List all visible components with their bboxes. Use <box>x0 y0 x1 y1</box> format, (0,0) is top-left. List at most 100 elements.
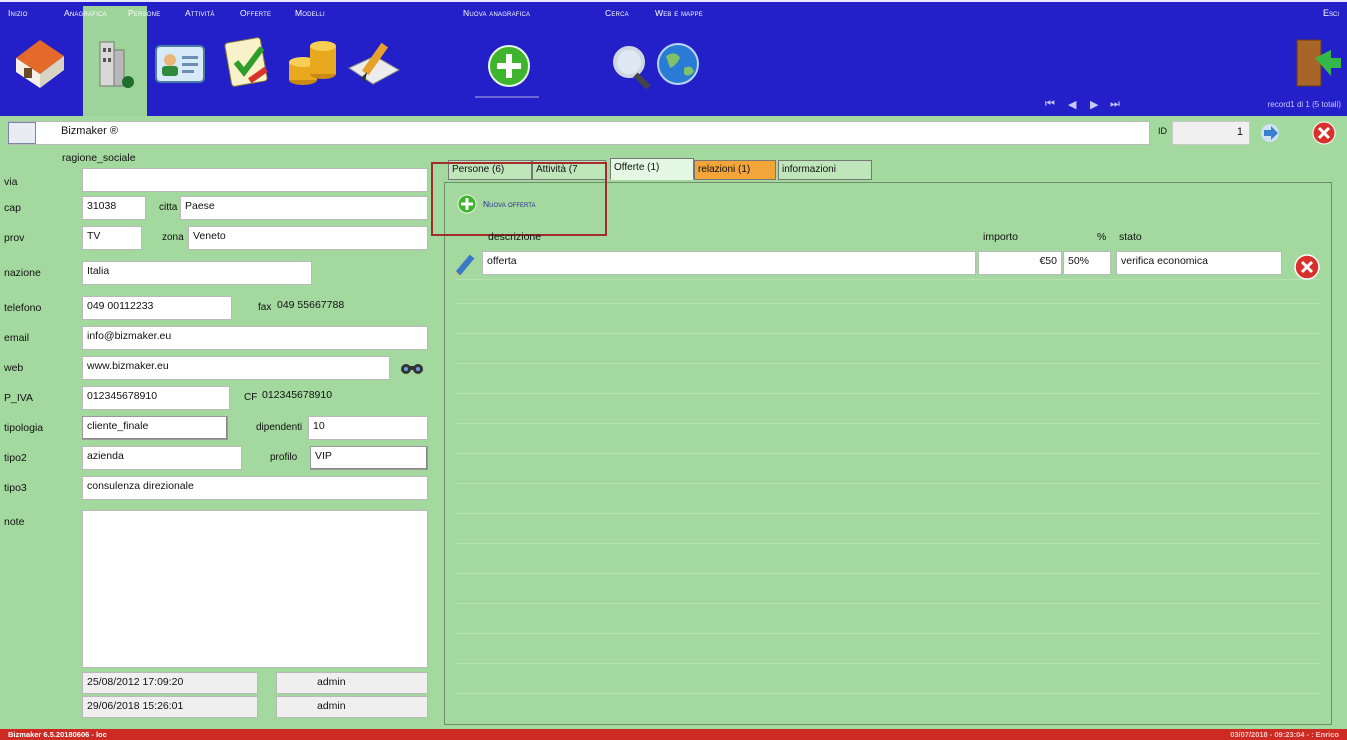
contact-card-icon <box>155 45 205 83</box>
toolbar-underline <box>475 96 539 98</box>
toolbar-label-attivita: Attività <box>185 8 215 18</box>
delete-record-icon[interactable] <box>1312 121 1336 145</box>
via-label: via <box>4 176 18 188</box>
created-date: 25/08/2012 17:09:20 <box>82 672 258 694</box>
note-label: note <box>4 516 25 528</box>
tipo2-field[interactable]: azienda <box>82 446 242 470</box>
web-field[interactable]: www.bizmaker.eu <box>82 356 390 380</box>
binoculars-icon[interactable] <box>398 360 426 376</box>
fax-field[interactable]: 049 55667788 <box>273 296 428 320</box>
offerte-button[interactable] <box>283 28 341 92</box>
nazione-field[interactable]: Italia <box>82 261 312 285</box>
grid-line <box>455 423 1321 424</box>
checklist-icon <box>224 37 268 87</box>
grid-line <box>455 663 1321 664</box>
anagrafica-button[interactable] <box>88 28 146 92</box>
home-icon <box>16 40 64 88</box>
toolbar-label-offerte: Offerte <box>240 8 272 18</box>
toolbar-label-web-e-mappe: Web e mappe <box>655 8 703 18</box>
grid-line <box>455 279 1321 280</box>
building-icon <box>99 41 134 88</box>
arrow-go-icon[interactable] <box>1258 122 1282 144</box>
tipologia-select[interactable]: cliente_finale <box>82 416 228 440</box>
telefono-label: telefono <box>4 302 42 314</box>
col-importo: importo <box>983 231 1019 243</box>
modified-user: admin <box>276 696 428 718</box>
record-counter: record1 di 1 (5 totali) <box>1267 100 1341 109</box>
toolbar-label-anagrafica: Anagrafica <box>64 8 107 18</box>
offerta-stato-cell[interactable]: verifica economica <box>1116 251 1282 275</box>
modelli-button[interactable] <box>345 28 403 92</box>
dipendenti-label: dipendenti <box>256 422 303 433</box>
zona-label: zona <box>162 232 184 243</box>
tipologia-label: tipologia <box>4 422 44 434</box>
delete-offerta-icon[interactable] <box>1293 253 1321 281</box>
col-stato: stato <box>1119 231 1142 243</box>
cap-label: cap <box>4 202 21 214</box>
email-field[interactable]: info@bizmaker.eu <box>82 326 428 350</box>
add-circle-icon <box>488 45 530 87</box>
next-record-icon[interactable]: ▶ <box>1090 98 1098 111</box>
col-descrizione: descrizione <box>488 231 542 243</box>
zona-field[interactable]: Veneto <box>188 226 428 250</box>
via-field[interactable] <box>82 168 428 192</box>
globe-icon <box>657 43 699 85</box>
toolbar-label-inizio: Inizio <box>8 8 28 18</box>
status-bar: Bizmaker 6.5.20180606 - loc 03/07/2018 -… <box>0 729 1347 740</box>
grid-line <box>455 363 1321 364</box>
grid-line <box>455 333 1321 334</box>
home-button[interactable] <box>10 28 68 92</box>
offerta-importo-cell[interactable]: €50 <box>978 251 1062 275</box>
previous-record-icon[interactable]: ◀ <box>1068 98 1076 111</box>
piva-label: P_IVA <box>4 392 33 404</box>
cap-field[interactable]: 31038 <box>82 196 146 220</box>
tab-relazioni[interactable]: relazioni (1) <box>694 160 776 180</box>
persone-button[interactable] <box>150 28 208 92</box>
tipo3-label: tipo3 <box>4 482 27 494</box>
tab-informazioni[interactable]: informazioni <box>778 160 872 180</box>
prov-label: prov <box>4 232 25 244</box>
grid-line <box>455 483 1321 484</box>
grid-line <box>455 393 1321 394</box>
modified-date: 29/06/2018 15:26:01 <box>82 696 258 718</box>
nuova-anagrafica-button[interactable] <box>483 28 541 92</box>
offerta-percent-cell[interactable]: 50% <box>1063 251 1111 275</box>
grid-line <box>455 303 1321 304</box>
tab-offerte[interactable]: Offerte (1) <box>610 158 694 180</box>
web-mappe-button[interactable] <box>650 28 708 92</box>
grid-line <box>455 693 1321 694</box>
ragione-sociale-label: ragione_sociale <box>62 152 136 164</box>
email-label: email <box>4 332 30 344</box>
highlight-box <box>431 162 607 236</box>
grid-line <box>455 513 1321 514</box>
exit-button[interactable] <box>1285 28 1343 92</box>
telefono-field[interactable]: 049 00112233 <box>82 296 232 320</box>
grid-line <box>455 453 1321 454</box>
tipo2-label: tipo2 <box>4 452 27 464</box>
prov-field[interactable]: TV <box>82 226 142 250</box>
toolbar-label-persone: Persone <box>128 8 161 18</box>
dipendenti-field[interactable]: 10 <box>308 416 428 440</box>
attivita-button[interactable] <box>218 28 276 92</box>
citta-field[interactable]: Paese <box>180 196 428 220</box>
last-record-icon[interactable]: ⏭ <box>1110 98 1120 111</box>
col-percent: % <box>1097 231 1107 243</box>
first-record-icon[interactable]: ⏮ <box>1045 98 1055 111</box>
id-field: 1 <box>1172 121 1250 145</box>
grid-line <box>455 573 1321 574</box>
note-textarea[interactable] <box>82 510 428 668</box>
session-info: 03/07/2018 - 09:23:04 - : Enrico <box>1230 730 1339 739</box>
record-title-field[interactable]: Bizmaker ® <box>8 121 1150 145</box>
web-label: web <box>4 362 24 374</box>
profilo-select[interactable]: VIP <box>310 446 428 470</box>
offerta-descrizione-cell[interactable]: offerta <box>482 251 976 275</box>
record-color-swatch[interactable] <box>8 122 36 144</box>
grid-line <box>455 633 1321 634</box>
grid-line <box>455 603 1321 604</box>
piva-field[interactable]: 012345678910 <box>82 386 230 410</box>
tipo3-field[interactable]: consulenza direzionale <box>82 476 428 500</box>
cf-field[interactable]: 012345678910 <box>258 386 428 410</box>
created-user: admin <box>276 672 428 694</box>
edit-pencil-icon[interactable] <box>452 252 480 278</box>
record-title-bar: Bizmaker ® ID 1 <box>0 116 1347 150</box>
